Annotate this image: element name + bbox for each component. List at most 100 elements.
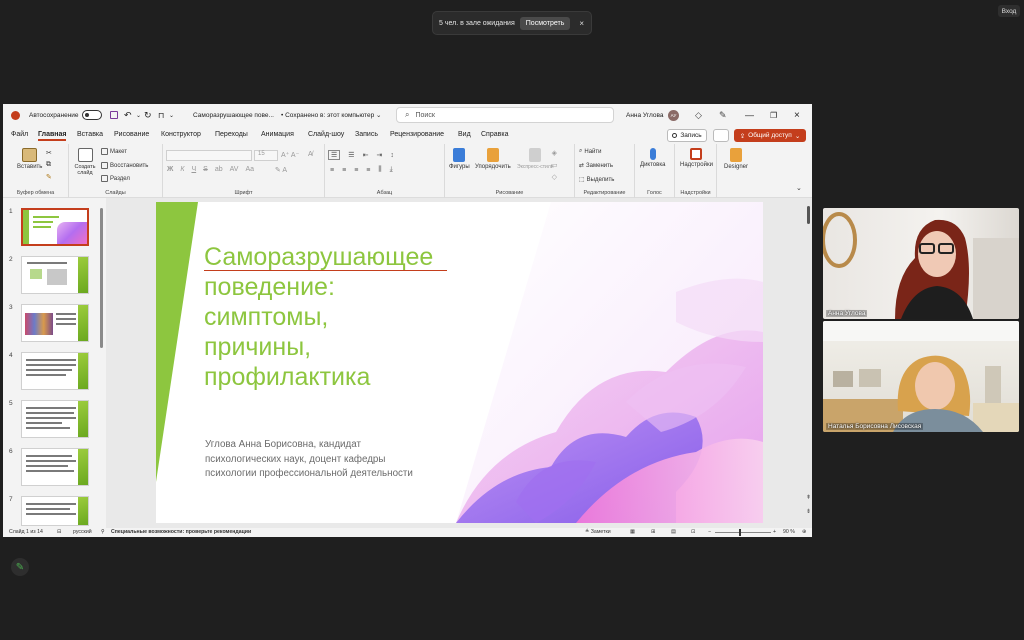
ribbon-collapse-icon[interactable]: ⌄ xyxy=(796,184,802,192)
login-button[interactable]: Вход xyxy=(998,5,1020,17)
notes-button[interactable]: ≜ Заметки xyxy=(585,529,611,535)
tab-slideshow[interactable]: Слайд-шоу xyxy=(308,131,344,138)
save-icon[interactable] xyxy=(110,104,118,126)
comments-button[interactable] xyxy=(713,129,729,142)
tab-design[interactable]: Конструктор xyxy=(161,131,201,138)
search-box[interactable]: ⌕ Поиск xyxy=(396,107,614,123)
close-banner-icon[interactable]: × xyxy=(579,19,584,28)
participant-video-2[interactable]: Наталья Борисовна Лисовская xyxy=(823,321,1019,432)
tab-record[interactable]: Запись xyxy=(355,131,378,138)
zoom-slider-handle[interactable] xyxy=(739,529,741,536)
clear-format-icon[interactable]: A̸ xyxy=(308,151,313,158)
copy-icon[interactable]: ⧉ xyxy=(46,161,51,169)
restore-icon[interactable]: ❐ xyxy=(770,104,777,126)
zoom-slider[interactable] xyxy=(715,532,771,533)
next-slide-icon[interactable]: ⇟ xyxy=(806,508,811,515)
cut-icon[interactable]: ✂ xyxy=(46,149,52,157)
slide-thumbnail-6[interactable] xyxy=(21,448,89,486)
accessibility-status[interactable]: Специальные возможности: проверьте реком… xyxy=(111,529,251,535)
tab-review[interactable]: Рецензирование xyxy=(390,131,444,138)
font-size-select[interactable]: 15 xyxy=(254,150,278,161)
list-buttons[interactable]: ☰ ☰ ⇤ ⇥ ↕ xyxy=(328,150,394,160)
font-grow-icon[interactable]: A⁺ A⁻ xyxy=(281,151,299,159)
shapes-button[interactable]: Фигуры xyxy=(449,148,470,170)
shape-format-icons[interactable]: ◈ ▭ ◇ xyxy=(551,149,558,181)
slide-subtitle[interactable]: Углова Анна Борисовна, кандидат психолог… xyxy=(205,438,485,482)
tab-animations[interactable]: Анимация xyxy=(261,131,294,138)
align-buttons[interactable]: ≡ ≡ ≡ ≡ ⫼ ⤓ xyxy=(330,166,393,174)
pencil-icon: ✎ xyxy=(15,561,25,573)
paste-button[interactable]: Вставить xyxy=(17,148,42,170)
reading-view-icon[interactable]: ▤ xyxy=(671,529,676,535)
share-button[interactable]: ⇪ Общий доступ ⌄ xyxy=(734,129,806,142)
save-status[interactable]: • Сохранено в: этот компьютер ⌄ xyxy=(281,104,381,126)
slide-thumbnail-1[interactable] xyxy=(21,208,89,246)
current-slide[interactable]: Саморазрушающее поведение: симптомы, при… xyxy=(156,202,763,523)
undo-dropdown-icon[interactable]: ⌄ xyxy=(136,104,141,126)
designer-button[interactable]: Designer xyxy=(724,148,748,170)
tab-help[interactable]: Справка xyxy=(481,131,508,138)
pen-icon[interactable]: ✎ xyxy=(719,104,727,126)
tab-home[interactable]: Главная xyxy=(38,131,67,141)
tab-insert[interactable]: Вставка xyxy=(77,131,103,138)
arrange-button[interactable]: Упорядочить xyxy=(475,148,511,170)
slide-thumbnail-3[interactable] xyxy=(21,304,89,342)
drawing-group: Фигуры Упорядочить Экспресс-стили ◈ ▭ ◇ Ри… xyxy=(445,144,575,198)
close-window-icon[interactable]: × xyxy=(794,104,800,126)
customize-toolbar-icon[interactable]: ⌄ xyxy=(169,104,174,126)
new-slide-button[interactable]: Создать слайд xyxy=(71,148,99,176)
slide-thumbnail-7[interactable] xyxy=(21,496,89,526)
font-family-select[interactable] xyxy=(166,150,252,161)
replace-button[interactable]: ⇄ Заменить xyxy=(579,162,613,170)
addins-button[interactable]: Надстройки xyxy=(680,148,713,168)
autosave-toggle[interactable] xyxy=(82,104,102,126)
slide-thumbnail-4[interactable] xyxy=(21,352,89,390)
addins-group-label: Надстройки xyxy=(680,190,711,196)
find-button[interactable]: ⌕ Найти xyxy=(579,148,602,155)
zoom-in-icon[interactable]: + xyxy=(773,529,776,535)
present-icon[interactable]: ⊓ xyxy=(158,104,164,126)
dictate-button[interactable]: Диктовка xyxy=(640,148,665,168)
search-placeholder: Поиск xyxy=(415,111,435,119)
language-indicator[interactable]: русский xyxy=(73,529,92,535)
normal-view-icon[interactable]: ▦ xyxy=(630,529,635,535)
record-button[interactable]: Запись xyxy=(667,129,707,142)
section-button[interactable]: Раздел xyxy=(101,175,130,182)
font-color-icon[interactable]: ✎ A xyxy=(275,166,287,174)
layout-button[interactable]: Макет xyxy=(101,148,127,155)
font-style-buttons[interactable]: Ж К Ч Sab AV Aa xyxy=(167,166,254,173)
tab-transitions[interactable]: Переходы xyxy=(215,131,248,138)
select-icon: ⬚ xyxy=(579,177,585,183)
editor-scrollbar[interactable] xyxy=(807,206,810,224)
tab-view[interactable]: Вид xyxy=(458,131,471,138)
diamond-icon[interactable]: ◇ xyxy=(695,104,702,126)
quick-styles-button[interactable]: Экспресс-стили xyxy=(517,148,554,170)
slideshow-view-icon[interactable]: ⊡ xyxy=(691,529,695,535)
user-name[interactable]: Анна Углова xyxy=(626,104,663,126)
undo-icon[interactable]: ↶ xyxy=(124,104,132,126)
zoom-level[interactable]: 90 % xyxy=(783,529,795,535)
section-icon xyxy=(101,175,108,182)
paragraph-group-label: Абзац xyxy=(376,190,393,196)
format-painter-icon[interactable]: ✎ xyxy=(46,173,52,181)
view-waiting-button[interactable]: Посмотреть xyxy=(519,16,571,30)
prev-slide-icon[interactable]: ⇞ xyxy=(806,494,811,501)
slide-title[interactable]: Саморазрушающее поведение: симптомы, при… xyxy=(204,242,494,392)
tab-file[interactable]: Файл xyxy=(11,131,28,138)
minimize-icon[interactable]: — xyxy=(745,104,754,126)
slide-sorter-icon[interactable]: ⊞ xyxy=(651,529,655,535)
thumbnail-scrollbar[interactable] xyxy=(100,208,103,348)
select-button[interactable]: ⬚ Выделить xyxy=(579,176,614,184)
waiting-room-text: 5 чел. в зале ожидания xyxy=(439,19,515,27)
slide-thumbnail-2[interactable] xyxy=(21,256,89,294)
tab-draw[interactable]: Рисование xyxy=(114,131,149,138)
slide-thumbnail-5[interactable] xyxy=(21,400,89,438)
user-avatar[interactable]: АУ xyxy=(668,104,679,126)
reset-button[interactable]: Восстановить xyxy=(101,162,148,169)
zoom-out-icon[interactable]: − xyxy=(708,529,711,535)
redo-icon[interactable]: ↻ xyxy=(144,104,152,126)
fit-slide-icon[interactable]: ⊕ xyxy=(802,529,806,535)
annotate-pencil-button[interactable]: ✎ xyxy=(11,558,29,576)
spellcheck-icon[interactable]: ⊟ xyxy=(57,529,61,535)
participant-video-1[interactable]: Анна Углова xyxy=(823,208,1019,319)
